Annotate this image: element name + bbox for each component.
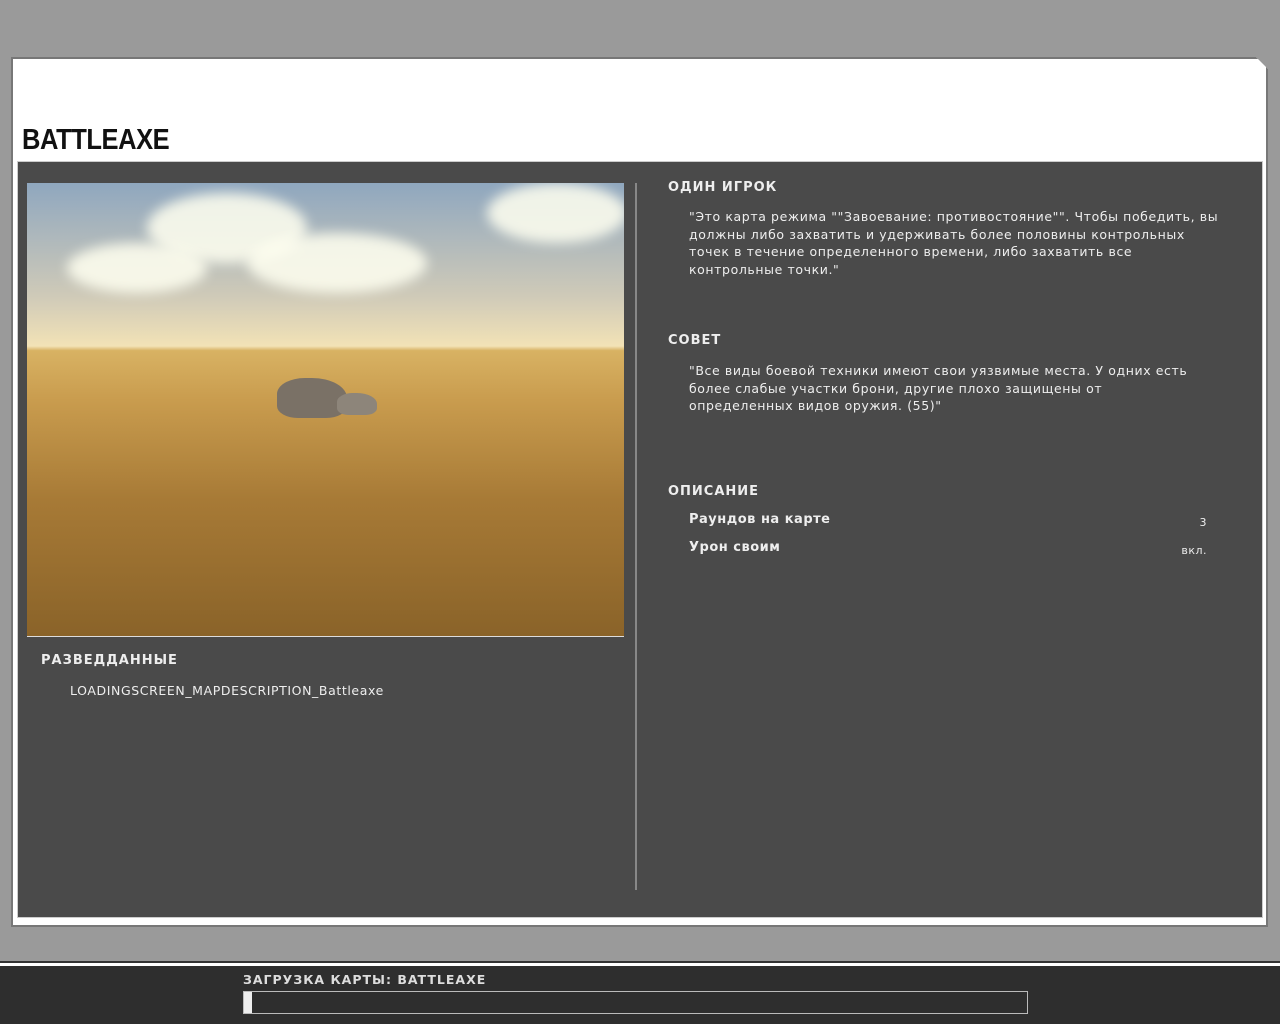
map-title: BATTLEAXE: [22, 124, 170, 156]
rounds-value: 3: [1199, 516, 1207, 529]
tip-text: "Все виды боевой техники имеют свои уязв…: [689, 363, 1188, 413]
single-player-text: "Это карта режима ""Завоевание: противос…: [689, 209, 1219, 277]
loading-label: ЗАГРУЗКА КАРТЫ: BATTLEAXE: [243, 972, 487, 987]
column-divider: [635, 183, 637, 890]
friendly-fire-value: вкл.: [1181, 544, 1207, 557]
intel-heading: РАЗВЕДДАННЫЕ: [41, 653, 178, 668]
friendly-fire-row: Урон своим вкл.: [689, 540, 1207, 557]
loading-progress-fill: [244, 992, 252, 1013]
intel-text: LOADINGSCREEN_MAPDESCRIPTION_Battleaxe: [70, 683, 384, 698]
rounds-row: Раундов на карте 3: [689, 512, 1207, 529]
map-preview-image: [27, 183, 624, 637]
tip-heading: СОВЕТ: [668, 333, 722, 348]
single-player-heading: ОДИН ИГРОК: [668, 180, 778, 195]
rounds-label: Раундов на карте: [689, 512, 831, 527]
description-heading: ОПИСАНИЕ: [668, 484, 760, 499]
loading-progress-bar: [243, 991, 1028, 1014]
friendly-fire-label: Урон своим: [689, 540, 781, 555]
